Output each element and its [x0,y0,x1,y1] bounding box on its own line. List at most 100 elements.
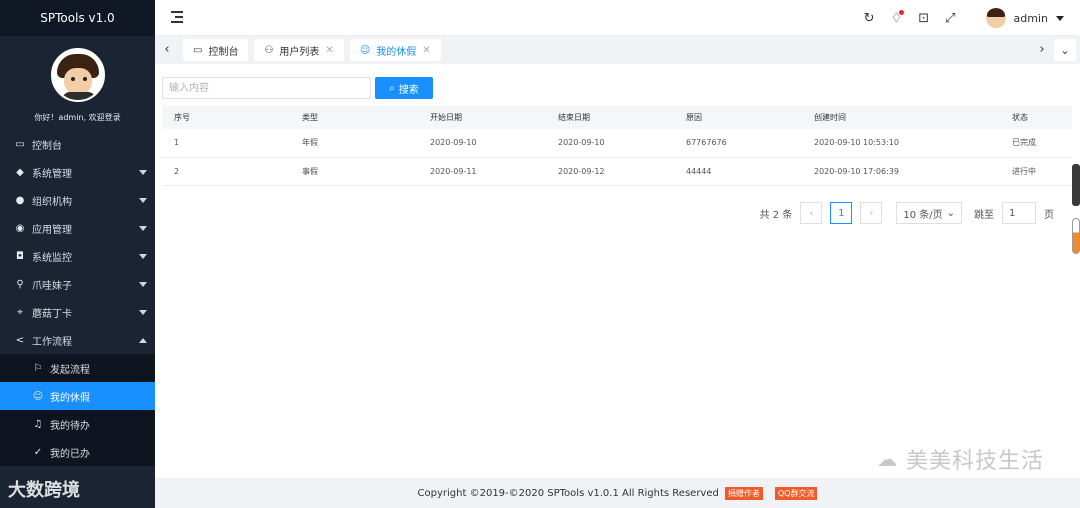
chevron-down-icon [139,170,147,175]
column-header[interactable]: 类型 [290,105,418,129]
sidebar-item-label: 系统监控 [32,252,72,264]
location-icon: ⌖ [17,306,23,318]
wechat-watermark: ☁ 美美科技生活 [877,443,1044,475]
table-cell: 1 [162,129,290,158]
chevron-down-icon [139,198,147,203]
smile-icon: ☺ [359,44,371,56]
camera-icon: ◘ [16,250,24,262]
chevron-up-icon [139,338,147,343]
column-header[interactable]: 开始日期 [418,105,546,129]
monitor-icon: ▭ [15,138,25,150]
table-cell: 2020-09-11 [418,157,546,186]
sidebar-item-mogu[interactable]: ⌖ 蘑菇丁卡 [0,298,155,326]
tab-scroll-left-icon[interactable]: ‹ [159,42,175,58]
table-cell: 进行中 [1000,157,1072,186]
sidebar-item-workflow[interactable]: < 工作流程 [0,326,155,354]
search-icon: ⌕ [389,82,395,94]
sidebar-item-apps[interactable]: ◉ 应用管理 [0,214,155,242]
sidebar-item-my-todo[interactable]: ♫ 我的待办 [0,410,155,438]
prev-page-button[interactable]: ‹ [800,202,823,224]
page-size-label: 10 条/页 [903,209,943,221]
sidebar-item-system[interactable]: ◆ 系统管理 [0,158,155,186]
table-cell: 2020-09-10 [418,129,546,158]
tab-user-list[interactable]: ⚇ 用户列表 ✕ [254,39,344,61]
share-icon: < [15,334,25,346]
tab-label: 用户列表 [279,46,320,58]
column-header[interactable]: 状态 [1000,105,1072,129]
main-content: ⌕搜索 序号 类型 开始日期 结束日期 原因 创建时间 状态 1 年假 2020… [155,64,1080,478]
tab-my-leave[interactable]: ☺ 我的休假 ✕ [349,39,441,61]
search-button-label: 搜索 [398,84,419,96]
column-header[interactable]: 原因 [674,105,802,129]
next-page-button[interactable]: › [860,202,883,224]
tab-label: 控制台 [208,46,239,58]
compass-icon: ◉ [15,222,25,234]
table-cell: 2020-09-10 [546,129,674,158]
sidebar-item-start-flow[interactable]: ⚐ 发起流程 [0,354,155,382]
user-menu[interactable]: admin [985,8,1064,28]
refresh-icon[interactable]: ↻ [864,11,875,26]
chevron-down-icon: ⌄ [1060,43,1070,57]
wechat-icon: ☁ [876,447,898,471]
watermark-text: 大数跨境 [8,480,80,501]
table-row[interactable]: 1 年假 2020-09-10 2020-09-10 67767676 2020… [162,129,1072,158]
pagination: 共 2 条 ‹ 1 › 10 条/页 ⌄ 跳至 1 页 [760,202,1054,224]
greeting-text: 你好！admin, 欢迎登录 [34,113,121,122]
table-cell: 2020-09-12 [546,157,674,186]
workflow-submenu: ⚐ 发起流程 ☺ 我的休假 ♫ 我的待办 ✓ 我的已办 [0,354,155,466]
sidebar-item-label: 我的待办 [50,420,90,432]
sidebar-item-org[interactable]: ● 组织机构 [0,186,155,214]
fullscreen-icon[interactable]: ⤢ [945,11,955,26]
side-float-widget[interactable] [1072,164,1080,254]
top-header: ↻ ♢ ⊡ ⤢ admin [155,0,1080,36]
chevron-left-icon: ‹ [809,207,814,219]
sidebar-item-label: 组织机构 [32,196,72,208]
sidebar-item-monitor[interactable]: ◘ 系统监控 [0,242,155,270]
float-thermometer[interactable] [1072,218,1080,254]
sidebar-menu: ▭ 控制台 ◆ 系统管理 ● 组织机构 ◉ 应用管理 ◘ 系统监控 ⚲ 爪哇妹子 ⌖ 蘑菇丁卡… [0,130,155,354]
tab-scroll-right-icon[interactable]: › [1034,42,1050,58]
sidebar-item-my-done[interactable]: ✓ 我的已办 [0,438,155,466]
jump-input[interactable]: 1 [1002,202,1036,224]
watermark-logo: 大数跨境 [8,476,80,502]
page-size-select[interactable]: 10 条/页 ⌄ [896,202,962,224]
donate-link[interactable]: 捐赠作者 [724,486,763,500]
avatar[interactable] [50,48,105,102]
lock-icon[interactable]: ⊡ [918,11,929,26]
sidebar-item-java[interactable]: ⚲ 爪哇妹子 [0,270,155,298]
page-number-button[interactable]: 1 [830,202,853,224]
close-icon[interactable]: ✕ [325,45,333,56]
sidebar-item-label: 工作流程 [32,336,72,348]
sidebar-item-label: 我的休假 [50,392,90,404]
sidebar-item-dashboard[interactable]: ▭ 控制台 [0,130,155,158]
flag-icon: ⚐ [33,362,43,374]
notification-bell-icon[interactable]: ♢ [891,9,905,26]
column-header[interactable]: 创建时间 [802,105,1000,129]
table-cell: 2020-09-10 17:06:39 [802,157,1000,186]
table-row[interactable]: 2 事假 2020-09-11 2020-09-12 44444 2020-09… [162,157,1072,186]
table-cell: 44444 [674,157,802,186]
key-icon: ⚲ [16,278,24,290]
page-suffix: 页 [1044,209,1054,221]
tab-menu-button[interactable]: ⌄ [1054,39,1076,61]
search-bar: ⌕搜索 [162,77,433,99]
app-title: SPTools v1.0 [0,0,155,36]
sidebar-item-label: 应用管理 [32,224,72,236]
check-icon: ✓ [33,446,43,458]
table-cell: 事假 [290,157,418,186]
sidebar: SPTools v1.0 你好！admin, 欢迎登录 ▭ 控制台 ◆ 系统管理 ●… [0,0,155,508]
sidebar-item-label: 我的已办 [50,448,90,460]
sidebar-item-label: 控制台 [32,140,62,152]
sidebar-item-my-leave[interactable]: ☺ 我的休假 [0,382,155,410]
column-header[interactable]: 结束日期 [546,105,674,129]
avatar [985,8,1006,28]
tab-dashboard[interactable]: ▭ 控制台 [183,39,249,61]
close-icon[interactable]: ✕ [422,45,430,56]
table-header-row: 序号 类型 开始日期 结束日期 原因 创建时间 状态 [162,105,1072,129]
search-button[interactable]: ⌕ 搜索 [375,77,433,99]
qq-group-link[interactable]: QQ群交流 [774,486,818,500]
column-header[interactable]: 序号 [162,105,290,129]
float-panel[interactable] [1072,164,1080,206]
search-input[interactable] [162,77,371,99]
menu-toggle-icon[interactable] [171,11,185,23]
